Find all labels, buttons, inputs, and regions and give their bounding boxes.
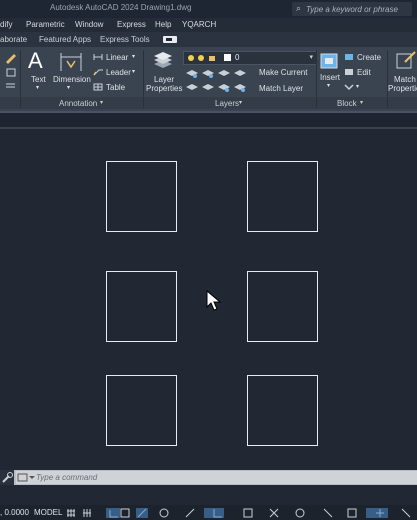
menu-express[interactable]: Express [117, 20, 146, 29]
edit-block-icon [345, 69, 353, 75]
block-panel-title[interactable]: Block [337, 99, 357, 108]
layer-properties-label-line1[interactable]: Layer [154, 75, 174, 84]
leader-icon [93, 69, 103, 76]
insert-label[interactable]: Insert [320, 73, 340, 82]
linear-dropdown-icon[interactable]: ▾ [132, 53, 135, 60]
create-block-label[interactable]: Create [357, 53, 381, 62]
edit-block-label[interactable]: Edit [357, 68, 371, 77]
model-space-button[interactable]: MODEL [34, 508, 62, 517]
file-tab-strip [0, 113, 417, 127]
layer-properties-label-line2[interactable]: Properties [146, 84, 182, 93]
search-icon: ⌕ [296, 3, 302, 13]
layer-tools-icons[interactable] [184, 67, 256, 93]
tab-collaborate[interactable]: aborate [0, 35, 27, 44]
create-block-icon [345, 54, 353, 60]
drawn-square[interactable] [247, 375, 318, 446]
block-attributes-icon[interactable] [344, 83, 354, 91]
match-properties-label-line1[interactable]: Match [394, 75, 416, 84]
drawn-square[interactable] [106, 271, 177, 342]
ribbon-tab-bar: aborate Featured Apps Express Tools [0, 32, 417, 47]
annotation-panel-expand-icon[interactable]: ▾ [100, 99, 103, 106]
layer-color-swatch [224, 54, 231, 61]
table-icon [93, 83, 103, 91]
annotation-panel-title[interactable]: Annotation [59, 99, 97, 108]
layers-panel-title[interactable]: Layers [215, 99, 239, 108]
layer-dropdown[interactable]: 0 ▾ [183, 51, 317, 65]
search-box[interactable]: ⌕ [292, 2, 412, 16]
match-layer-label[interactable]: Match Layer [259, 84, 303, 93]
left-edge-tools-icon[interactable] [4, 52, 18, 92]
layer-properties-icon[interactable] [151, 50, 175, 72]
command-input-wrapper [16, 471, 417, 484]
block-panel-expand-icon[interactable]: ▾ [360, 99, 363, 106]
table-label[interactable]: Table [106, 83, 125, 92]
ribbon-divider [316, 50, 317, 108]
make-current-label[interactable]: Make Current [259, 68, 307, 77]
leader-label[interactable]: Leader [106, 68, 131, 77]
text-tool-dropdown-icon[interactable]: ▾ [36, 84, 39, 91]
linear-dimension-icon [93, 54, 103, 60]
command-history-icon[interactable] [17, 473, 35, 482]
mouse-pointer-icon [206, 290, 222, 311]
current-layer-value: 0 [235, 53, 240, 62]
tab-featured-apps[interactable]: Featured Apps [39, 35, 91, 44]
menu-help[interactable]: Help [155, 20, 171, 29]
ribbon-divider [20, 50, 21, 108]
insert-block-icon[interactable] [319, 50, 341, 72]
block-attributes-dropdown-icon[interactable]: ▾ [356, 83, 359, 90]
ribbon-divider [387, 50, 388, 108]
wrench-icon[interactable] [0, 470, 14, 485]
layers-panel-expand-icon[interactable]: ▾ [239, 99, 242, 106]
menu-modify[interactable]: dify [0, 20, 12, 29]
layer-dropdown-chevron-icon[interactable]: ▾ [309, 53, 313, 61]
menu-bar: dify Parametric Window Express Help YQAR… [0, 18, 417, 32]
match-properties-label-line2[interactable]: Properties [388, 84, 417, 93]
menu-parametric[interactable]: Parametric [26, 20, 65, 29]
drawn-square[interactable] [106, 161, 177, 232]
drawn-square[interactable] [247, 161, 318, 232]
text-tool-label[interactable]: Text [31, 75, 46, 84]
text-icon[interactable]: A [28, 50, 50, 72]
match-properties-icon[interactable] [395, 50, 417, 72]
linear-label[interactable]: Linear [106, 53, 128, 62]
insert-dropdown-icon[interactable]: ▾ [327, 82, 330, 89]
menu-yqarch[interactable]: YQARCH [182, 20, 216, 29]
window-title: Autodesk AutoCAD 2024 Drawing1.dwg [50, 3, 192, 12]
leader-dropdown-icon[interactable]: ▾ [132, 68, 135, 75]
coordinates-readout: , 0.0000 [0, 508, 29, 517]
search-input[interactable] [306, 3, 410, 15]
ribbon-divider [143, 50, 144, 108]
menu-window[interactable]: Window [75, 20, 103, 29]
layer-state-icons [188, 55, 215, 61]
command-input[interactable] [36, 472, 406, 483]
dimension-dropdown-icon[interactable]: ▾ [67, 84, 70, 91]
drawn-square[interactable] [247, 271, 318, 342]
dimension-icon[interactable] [59, 51, 83, 73]
tab-express-tools[interactable]: Express Tools [100, 35, 150, 44]
command-line-grip[interactable] [0, 470, 14, 485]
dimension-tool-label[interactable]: Dimension [53, 75, 91, 84]
drawn-square[interactable] [106, 375, 177, 446]
status-bar-toggle-icons[interactable] [66, 507, 417, 519]
tab-overflow-icon[interactable] [163, 36, 177, 43]
